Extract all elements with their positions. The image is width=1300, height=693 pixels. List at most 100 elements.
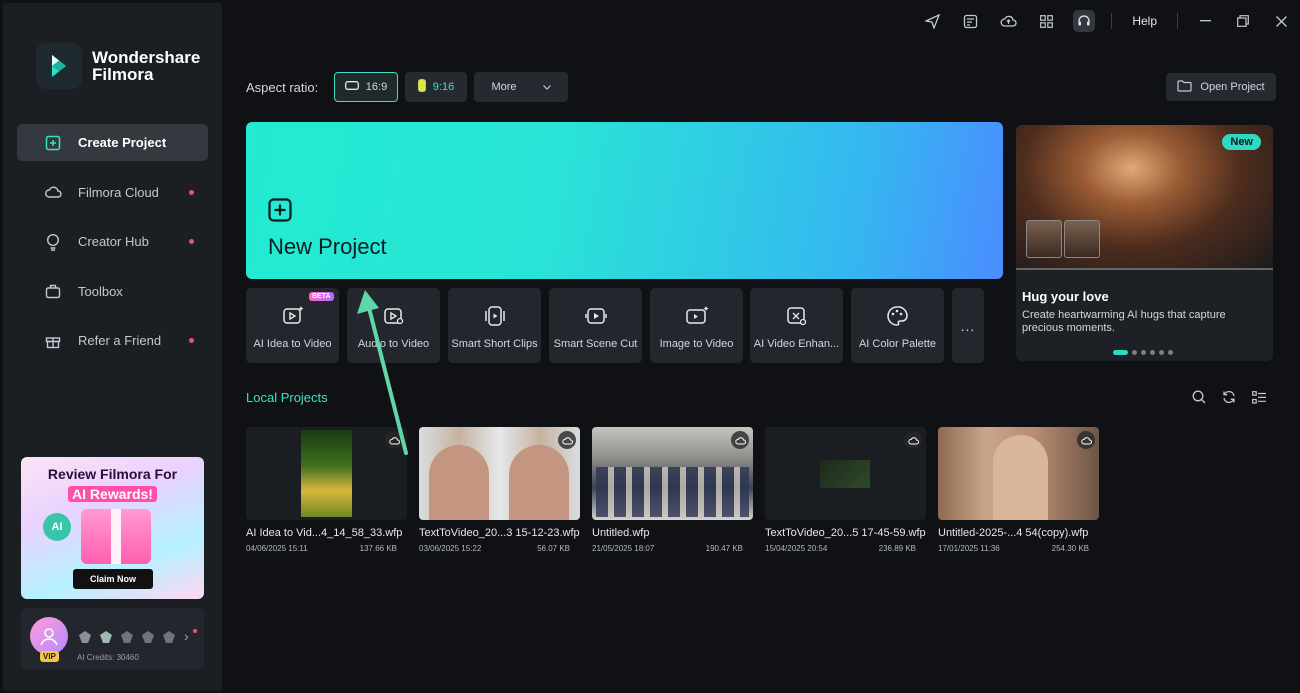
account-panel[interactable]: VIP › AI Credits: 30460 (21, 608, 204, 669)
sidebar-nav: Create Project Filmora Cloud Creator Hub… (17, 124, 208, 372)
badge-icon (77, 630, 93, 644)
thumbnail (1064, 220, 1100, 258)
sidebar-item-label: Creator Hub (78, 234, 149, 249)
project-size: 254.30 KB (1051, 544, 1089, 553)
aspect-16-9-button[interactable]: 16:9 (334, 72, 398, 102)
chevron-down-icon (542, 81, 551, 93)
project-thumbnail[interactable] (765, 427, 926, 520)
cloud-icon (44, 183, 62, 201)
project-thumbnail[interactable] (419, 427, 580, 520)
tool-label: AI Idea to Video (253, 338, 332, 350)
aspect-option-label: 16:9 (365, 81, 388, 93)
tool-ai-idea-to-video[interactable]: BETA AI Idea to Video (246, 288, 339, 363)
project-size: 190.47 KB (705, 544, 743, 553)
project-thumbnail[interactable] (938, 427, 1099, 520)
image-video-icon (650, 305, 743, 329)
open-project-label: Open Project (1200, 81, 1265, 93)
project-size: 137.66 KB (359, 544, 397, 553)
face-left-image (429, 445, 489, 520)
vip-badge: VIP (40, 651, 59, 662)
project-thumbnail[interactable] (592, 427, 753, 520)
sidebar-item-label: Refer a Friend (78, 333, 162, 348)
notification-dot (189, 239, 194, 244)
avatar[interactable] (30, 617, 68, 655)
tool-label: AI Video Enhan... (753, 338, 840, 350)
cloud-upload-icon[interactable] (904, 431, 922, 449)
gift-box-illustration (81, 509, 151, 564)
ai-idea-video-icon (246, 305, 339, 329)
thumbnail-image (301, 430, 352, 517)
minimize-icon[interactable] (1186, 0, 1224, 42)
sidebar-item-label: Toolbox (78, 283, 123, 299)
project-date: 17/01/2025 11:36 (938, 544, 1000, 553)
tool-ai-color-palette[interactable]: AI Color Palette (851, 288, 944, 363)
cloud-upload-icon[interactable] (558, 431, 576, 449)
chevron-right-icon[interactable]: › (184, 628, 189, 644)
tool-image-to-video[interactable]: Image to Video (650, 288, 743, 363)
claim-now-button[interactable]: Claim Now (73, 569, 153, 589)
promo-title-line2: AI Rewards! (68, 486, 157, 502)
featured-thumbnails (1026, 220, 1100, 258)
project-name: Untitled.wfp (592, 527, 650, 539)
carousel-dot[interactable] (1168, 350, 1173, 355)
tool-smart-scene-cut[interactable]: Smart Scene Cut (549, 288, 642, 363)
notes-icon[interactable] (951, 0, 989, 42)
list-view-icon[interactable] (1250, 388, 1268, 406)
ai-credits: AI Credits: 30460 (77, 653, 139, 662)
open-project-button[interactable]: Open Project (1166, 73, 1276, 101)
sidebar-item-creator-hub[interactable]: Creator Hub (17, 223, 208, 260)
sidebar-item-filmora-cloud[interactable]: Filmora Cloud (17, 174, 208, 211)
restore-icon[interactable] (1224, 0, 1262, 42)
refresh-icon[interactable] (1220, 388, 1238, 406)
sidebar-item-toolbox[interactable]: Toolbox (17, 273, 208, 310)
help-menu[interactable]: Help (1120, 14, 1169, 28)
ai-badge-icon: AI (43, 513, 71, 541)
project-card[interactable]: Untitled.wfp 21/05/2025 18:07 190.47 KB (592, 427, 753, 553)
face-right-image (509, 445, 569, 520)
carousel-dot[interactable] (1159, 350, 1164, 355)
close-icon[interactable] (1262, 0, 1300, 42)
project-name: TextToVideo_20...5 17-45-59.wfp (765, 527, 926, 539)
divider (1177, 13, 1178, 29)
notification-dot (189, 338, 194, 343)
cloud-upload-icon[interactable] (1077, 431, 1095, 449)
new-project-card[interactable]: New Project (246, 122, 1003, 279)
sidebar-item-refer-a-friend[interactable]: Refer a Friend (17, 322, 208, 359)
promo-title-line1: Review Filmora For (47, 466, 178, 482)
carousel-dot[interactable] (1141, 350, 1146, 355)
short-clips-icon (448, 305, 541, 329)
add-square-icon (44, 134, 62, 152)
tool-ai-video-enhancer[interactable]: AI Video Enhan... (750, 288, 843, 363)
project-card[interactable]: TextToVideo_20...5 17-45-59.wfp 15/04/20… (765, 427, 926, 553)
featured-carousel[interactable]: New Hug your love Create heartwarming AI… (1016, 125, 1273, 361)
carousel-dot[interactable] (1132, 350, 1137, 355)
apps-grid-icon[interactable] (1027, 0, 1065, 42)
cloud-upload-icon[interactable] (989, 0, 1027, 42)
more-tools-button[interactable]: ... (952, 288, 984, 363)
carousel-dot[interactable] (1150, 350, 1155, 355)
more-aspect-dropdown[interactable]: More (474, 72, 568, 102)
annotation-arrow-icon (357, 290, 408, 455)
aspect-9-16-button[interactable]: 9:16 (405, 72, 467, 102)
send-icon[interactable] (913, 0, 951, 42)
gift-icon (44, 332, 62, 350)
crowd-image (596, 467, 749, 517)
achievement-badges (77, 630, 177, 644)
face-image (993, 435, 1048, 520)
carousel-dot[interactable] (1113, 350, 1128, 355)
support-headset-icon[interactable] (1065, 0, 1103, 42)
cloud-upload-icon[interactable] (731, 431, 749, 449)
project-date: 04/06/2025 15:11 (246, 544, 308, 553)
review-promo-banner[interactable]: Review Filmora For AI Rewards! AI Claim … (21, 457, 204, 599)
search-icon[interactable] (1190, 388, 1208, 406)
project-card[interactable]: TextToVideo_20...3 15-12-23.wfp 03/06/20… (419, 427, 580, 553)
sidebar-item-create-project[interactable]: Create Project (17, 124, 208, 161)
carousel-dots[interactable] (1113, 350, 1173, 355)
tool-label: AI Color Palette (858, 338, 937, 350)
tool-label: Smart Scene Cut (553, 338, 638, 350)
sidebar-item-label: Create Project (78, 135, 167, 150)
divider (1111, 13, 1113, 29)
tool-smart-short-clips[interactable]: Smart Short Clips (448, 288, 541, 363)
project-card[interactable]: Untitled-2025-...4 54(copy).wfp 17/01/20… (938, 427, 1099, 553)
badge-icon (119, 630, 135, 644)
